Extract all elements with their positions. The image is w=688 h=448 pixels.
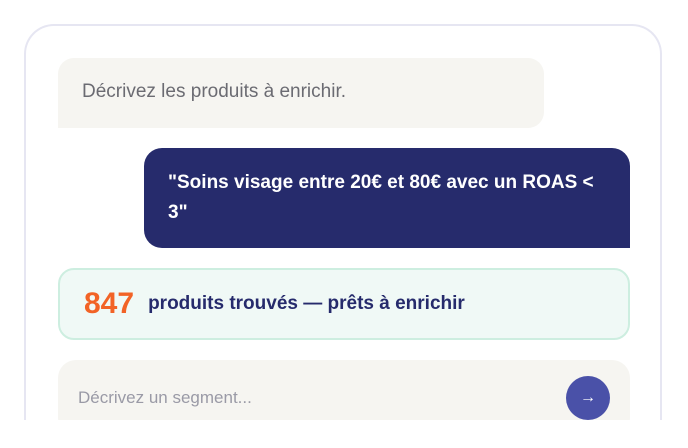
assistant-message: Décrivez les produits à enrichir. [58, 58, 544, 128]
send-button[interactable]: → [566, 376, 610, 420]
result-text: produits trouvés — prêts à enrichir [148, 293, 465, 314]
user-message-text: "Soins visage entre 20€ et 80€ avec un R… [168, 172, 594, 223]
result-count: 847 [84, 287, 135, 320]
result-banner: 847 produits trouvés — prêts à enrichir [58, 268, 630, 340]
arrow-right-icon: → [580, 389, 596, 406]
assistant-message-text: Décrivez les produits à enrichir. [82, 81, 346, 102]
user-message: "Soins visage entre 20€ et 80€ avec un R… [144, 148, 630, 248]
bottom-fade [0, 420, 688, 448]
segment-input[interactable] [78, 386, 538, 410]
